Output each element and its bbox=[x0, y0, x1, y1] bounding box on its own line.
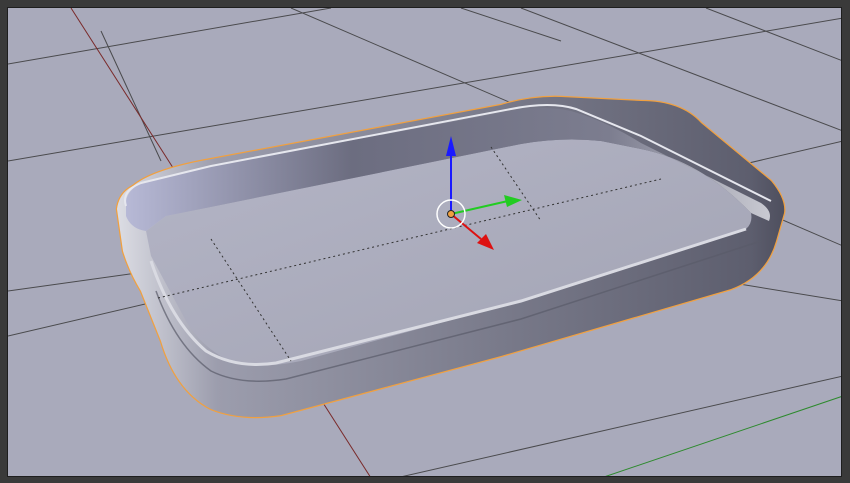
window-frame bbox=[0, 0, 850, 483]
y-axis-line bbox=[605, 396, 841, 476]
3d-viewport[interactable] bbox=[7, 7, 842, 477]
object-origin-icon bbox=[447, 210, 455, 218]
viewport-canvas[interactable] bbox=[8, 8, 842, 477]
